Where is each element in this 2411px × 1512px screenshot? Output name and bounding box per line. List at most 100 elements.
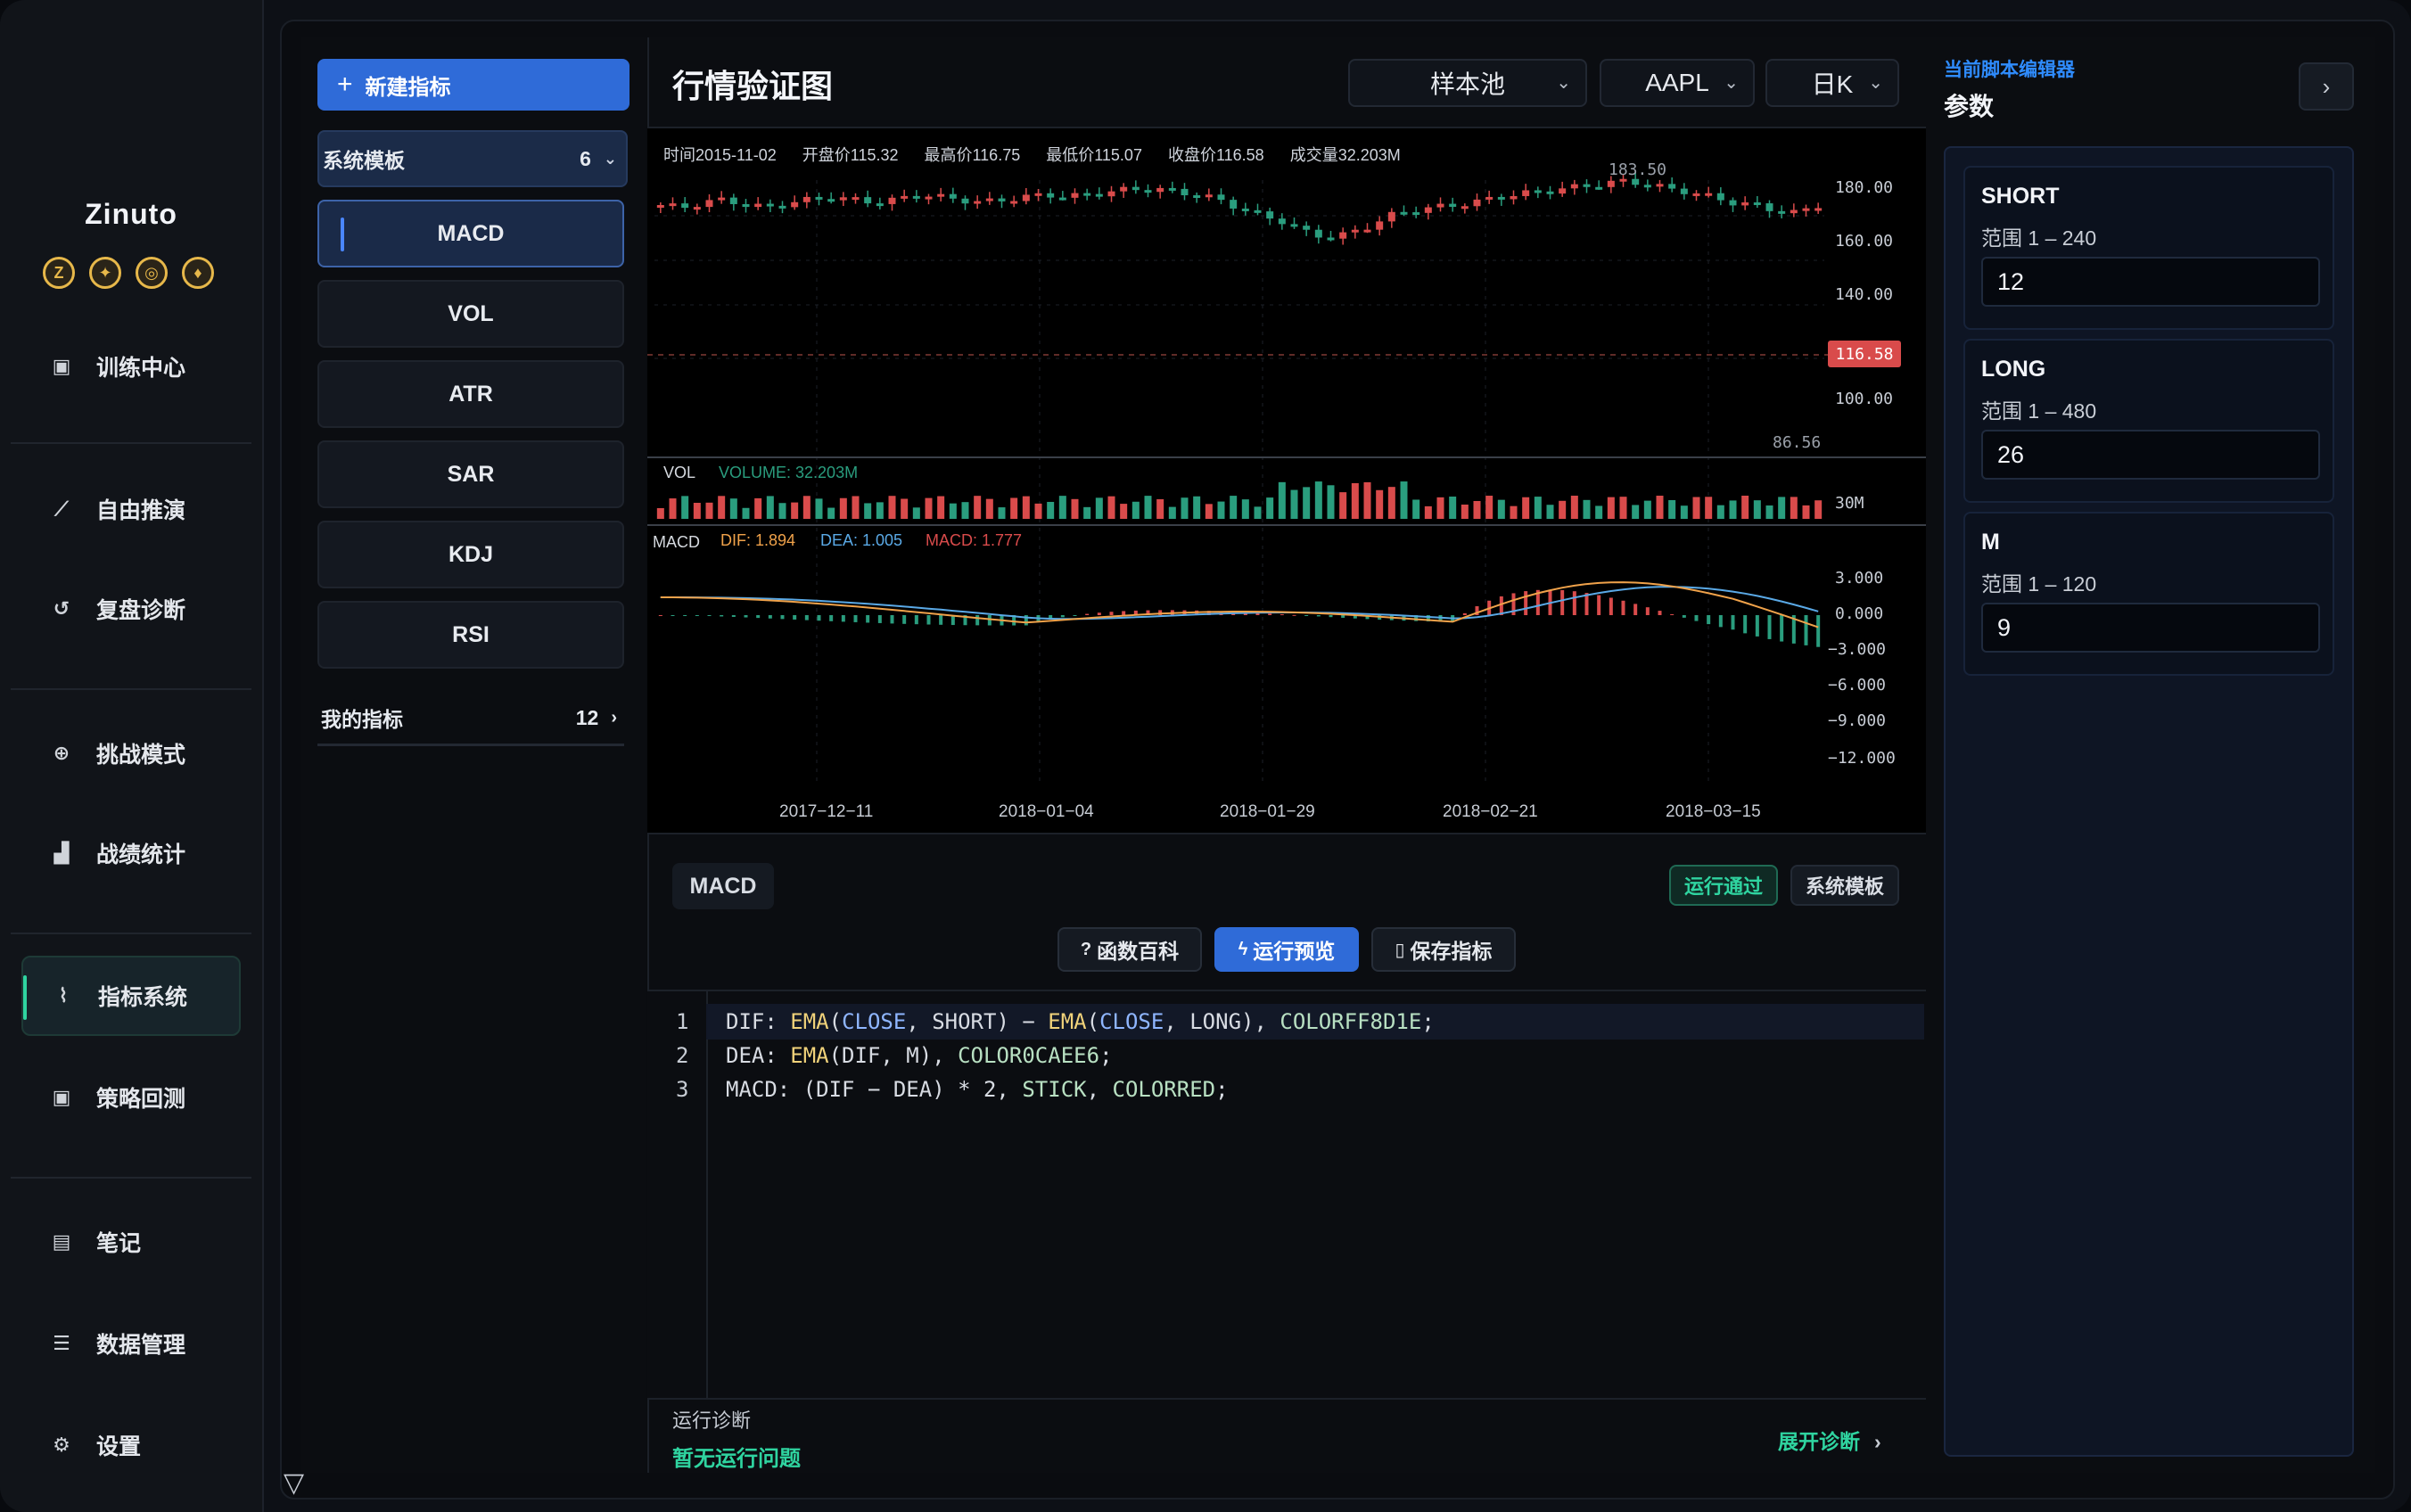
macd-histogram-bar <box>1645 607 1650 615</box>
volume-bar <box>1131 501 1140 519</box>
candle-body <box>1034 193 1042 196</box>
nav-training[interactable]: ▣ 训练中心 <box>21 326 241 407</box>
dea-line <box>660 586 1819 620</box>
candle-body <box>1314 229 1322 238</box>
volume-bar <box>1095 497 1103 519</box>
volume-bar <box>901 498 909 519</box>
nav-data[interactable]: ☰ 数据管理 <box>21 1303 241 1384</box>
macd-histogram-bar <box>829 615 834 621</box>
lightning-icon: ϟ <box>1238 939 1248 959</box>
macd-histogram-bar <box>1085 613 1090 615</box>
code-line[interactable]: DIF: EMA(CLOSE, SHORT) − EMA(CLOSE, LONG… <box>726 1009 1435 1034</box>
volume-bar <box>1278 481 1286 519</box>
macd-histogram-bar <box>1292 614 1296 616</box>
indicator-kdj[interactable]: KDJ <box>317 521 624 588</box>
nav-stats[interactable]: ▟ 战绩统计 <box>21 813 241 893</box>
code-line[interactable]: MACD: (DIF − DEA) * 2, STICK, COLORRED; <box>726 1077 1229 1102</box>
candle-body <box>1424 207 1432 213</box>
volume-bar <box>718 496 726 519</box>
indicator-vol[interactable]: VOL <box>317 280 624 348</box>
param-short-input[interactable]: 12 <box>1981 257 2320 307</box>
macd-histogram-bar <box>866 615 870 623</box>
candle-body <box>864 197 872 204</box>
macd-histogram-bar <box>1097 612 1101 615</box>
candle-body <box>888 197 896 204</box>
macd-histogram-bar <box>1316 615 1321 617</box>
volume-bar <box>974 496 982 519</box>
nav-indicators[interactable]: ⌇ 指标系统 <box>21 956 241 1036</box>
candle-body <box>1327 237 1335 241</box>
volume-bar <box>1656 496 1664 519</box>
volume-bar <box>1510 505 1518 519</box>
macd-histogram-bar <box>1268 613 1272 615</box>
sample-pool-select[interactable]: 样本池 ⌄ <box>1348 59 1587 107</box>
volume-bar <box>766 496 774 519</box>
candle-body <box>901 195 909 199</box>
volume-bar <box>1570 496 1578 519</box>
macd-histogram-bar <box>683 615 687 616</box>
macd-histogram-bar <box>1560 589 1565 615</box>
volume-bar <box>852 496 860 519</box>
nav-backtest[interactable]: ▣ 策略回测 <box>21 1057 241 1138</box>
volume-bar <box>742 507 750 519</box>
candle-body <box>1583 184 1591 187</box>
nav-notes[interactable]: ▤ 笔记 <box>21 1202 241 1282</box>
system-template-header[interactable]: 系统模板 6 ⌄ <box>317 130 628 187</box>
volume-bar <box>1716 505 1724 519</box>
indicator-rsi[interactable]: RSI <box>317 601 624 669</box>
volume-bar <box>1034 503 1042 519</box>
code-line[interactable]: DEA: EMA(DIF, M), COLOR0CAEE6; <box>726 1043 1113 1068</box>
macd-histogram-bar <box>793 615 797 620</box>
volume-bar <box>1387 487 1395 519</box>
candle-body <box>937 193 945 197</box>
volume-bar <box>1692 497 1700 519</box>
volume-bar <box>839 497 847 519</box>
function-wiki-button[interactable]: ? 函数百科 <box>1057 927 1202 972</box>
candle-body <box>656 205 664 208</box>
nav-settings[interactable]: ⚙ 设置 <box>21 1405 241 1485</box>
price-axis-label: 180.00 <box>1835 178 1894 197</box>
volume-bar <box>949 503 957 519</box>
candle-body <box>1131 186 1140 191</box>
run-preview-button[interactable]: ϟ 运行预览 <box>1214 927 1359 972</box>
macd-histogram-bar <box>1499 596 1503 615</box>
volume-bar <box>1181 497 1189 519</box>
collapse-panel-button[interactable]: › <box>2299 62 2354 111</box>
indicator-macd[interactable]: MACD <box>317 200 624 267</box>
candle-body <box>1290 224 1298 227</box>
plus-icon: + <box>337 70 353 99</box>
volume-bar <box>1412 499 1420 519</box>
macd-histogram-bar <box>1707 615 1711 625</box>
nav-divider <box>11 688 251 690</box>
param-short: SHORT 范围 1 – 240 12 <box>1963 166 2334 330</box>
indicator-sar[interactable]: SAR <box>317 440 624 508</box>
candle-body <box>1047 193 1055 198</box>
volume-bar <box>1424 505 1432 519</box>
app-window: Zinuto Z ✦ ◎ ♦ ▣ 训练中心 ⟋ 自由推演 ↺ 复盘诊断 ⊕ 挑战模式 ▟… <box>0 0 2411 1512</box>
nav-challenge[interactable]: ⊕ 挑战模式 <box>21 713 241 793</box>
pointer-cursor-icon: ▽ <box>284 1468 305 1498</box>
expand-diagnosis-link[interactable]: 展开诊断 › <box>1778 1425 1881 1455</box>
volume-bar <box>1559 500 1567 519</box>
param-m-input[interactable]: 9 <box>1981 603 2320 653</box>
volume-bar <box>1680 505 1688 519</box>
symbol-select[interactable]: AAPL ⌄ <box>1600 59 1755 107</box>
nav-review[interactable]: ↺ 复盘诊断 <box>21 569 241 649</box>
volume-bar <box>1083 506 1091 519</box>
volume-bar <box>1071 498 1079 519</box>
period-select[interactable]: 日K ⌄ <box>1765 59 1899 107</box>
chevron-right-icon: › <box>611 707 617 727</box>
param-long-input[interactable]: 26 <box>1981 430 2320 480</box>
save-indicator-button[interactable]: ▯ 保存指标 <box>1371 927 1516 972</box>
volume-bar <box>1814 500 1823 519</box>
editor-subtitle: 当前脚本编辑器 <box>1944 60 2075 80</box>
indicator-atr[interactable]: ATR <box>317 360 624 428</box>
macd-histogram-bar <box>1572 591 1576 615</box>
candle-body <box>1473 199 1481 207</box>
left-navigation: Zinuto Z ✦ ◎ ♦ ▣ 训练中心 ⟋ 自由推演 ↺ 复盘诊断 ⊕ 挑战模式 ▟… <box>0 0 264 1512</box>
volume-bar <box>961 502 969 519</box>
nav-free-play[interactable]: ⟋ 自由推演 <box>21 469 241 549</box>
volume-bar <box>1266 497 1274 519</box>
new-indicator-button[interactable]: + 新建指标 <box>317 59 629 111</box>
my-indicators-row[interactable]: 我的指标 12 › <box>317 692 624 746</box>
